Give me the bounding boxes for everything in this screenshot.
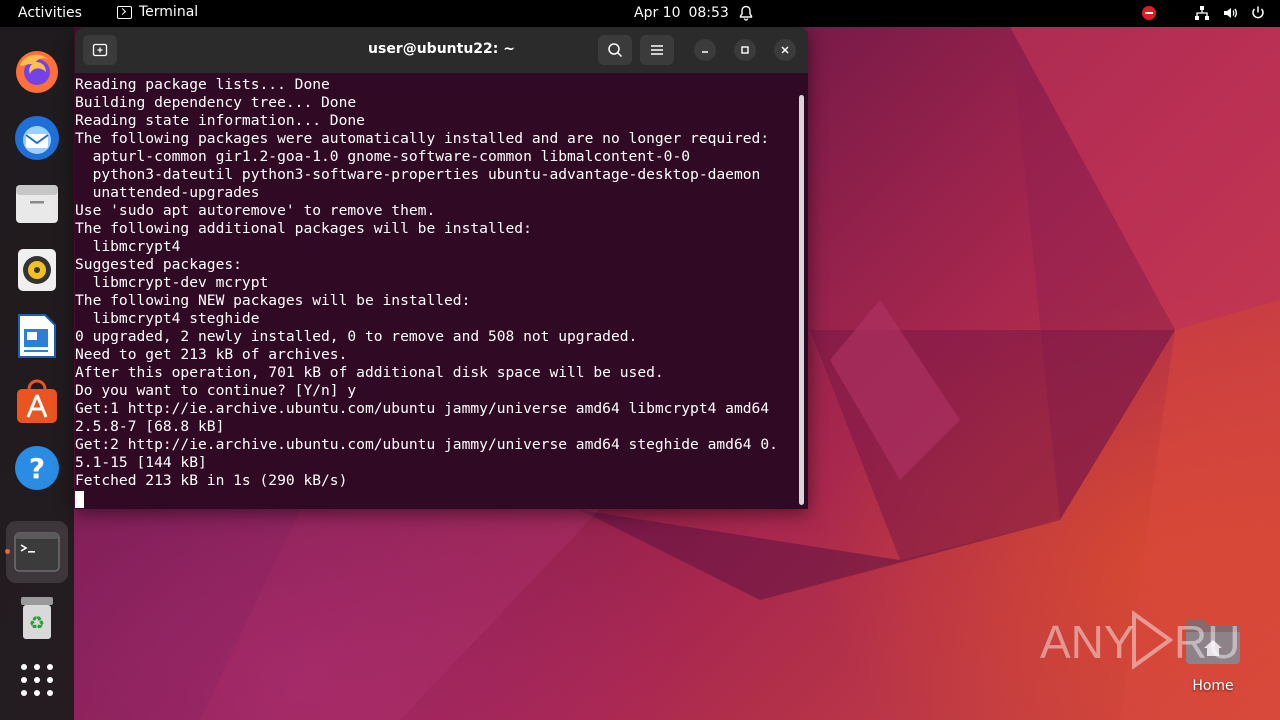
dock-thunderbird[interactable] xyxy=(12,113,62,163)
hamburger-menu-icon xyxy=(651,45,663,55)
maximize-icon xyxy=(741,46,749,54)
system-tray[interactable] xyxy=(1142,5,1266,21)
terminal-line: The following additional packages will b… xyxy=(75,220,532,237)
menu-button[interactable] xyxy=(640,35,674,65)
terminal-line: Building dependency tree... Done xyxy=(75,94,357,111)
terminal-line: 5.1-15 [144 kB] xyxy=(75,454,207,471)
svg-text:ANY: ANY xyxy=(1040,616,1135,668)
firefox-icon xyxy=(16,51,58,93)
dock-writer[interactable] xyxy=(12,311,62,361)
dock-terminal[interactable] xyxy=(6,521,68,583)
dock-files[interactable] xyxy=(12,179,62,229)
maximize-button[interactable] xyxy=(734,39,756,61)
terminal-line: Reading state information... Done xyxy=(75,112,365,129)
help-icon: ? xyxy=(15,446,59,490)
clock-time: 08:53 xyxy=(688,5,729,21)
do-not-disturb-icon[interactable] xyxy=(1142,6,1156,20)
minimize-button[interactable] xyxy=(694,39,716,61)
top-bar: Activities Terminal Apr 10 08:53 xyxy=(0,0,1280,27)
network-icon[interactable] xyxy=(1194,5,1210,21)
terminal-line: apturl-common gir1.2-goa-1.0 gnome-softw… xyxy=(75,148,691,165)
dock-show-applications[interactable] xyxy=(12,655,62,705)
close-button[interactable] xyxy=(774,39,796,61)
terminal-line: The following packages were automaticall… xyxy=(75,130,770,147)
terminal-icon xyxy=(14,532,60,572)
rhythmbox-icon xyxy=(18,249,56,291)
terminal-line: Reading package lists... Done xyxy=(75,76,330,93)
search-icon xyxy=(608,43,623,58)
software-icon xyxy=(17,379,57,423)
terminal-line: Fetched 213 kB in 1s (290 kB/s) xyxy=(75,472,348,489)
svg-text:?: ? xyxy=(29,452,45,485)
search-button[interactable] xyxy=(598,35,632,65)
power-icon[interactable] xyxy=(1250,5,1266,21)
thunderbird-icon xyxy=(15,116,59,160)
terminal-line: libmcrypt4 xyxy=(75,238,181,255)
terminal-cursor xyxy=(75,491,84,508)
terminal-line: Get:1 http://ie.archive.ubuntu.com/ubunt… xyxy=(75,400,770,417)
window-titlebar[interactable]: user@ubuntu22: ~ xyxy=(75,27,808,73)
minimize-icon xyxy=(702,51,708,53)
svg-text:RUN: RUN xyxy=(1174,616,1240,668)
dock: ? ♻ xyxy=(0,27,74,720)
dock-rhythmbox[interactable] xyxy=(12,245,62,295)
clock[interactable]: Apr 10 08:53 xyxy=(634,5,729,21)
bell-icon[interactable] xyxy=(738,5,754,25)
terminal-line: The following NEW packages will be insta… xyxy=(75,292,471,309)
dock-trash[interactable]: ♻ xyxy=(12,593,62,643)
terminal-app-icon xyxy=(117,5,132,19)
terminal-line: Get:2 http://ie.archive.ubuntu.com/ubunt… xyxy=(75,436,778,453)
app-menu-label: Terminal xyxy=(139,4,199,20)
app-menu[interactable]: Terminal xyxy=(117,4,198,20)
terminal-line: 0 upgraded, 2 newly installed, 0 to remo… xyxy=(75,328,638,345)
activities-button[interactable]: Activities xyxy=(18,5,82,21)
home-folder-label[interactable]: Home xyxy=(1180,678,1246,694)
terminal-line: After this operation, 701 kB of addition… xyxy=(75,364,664,381)
terminal-line: Do you want to continue? [Y/n] y xyxy=(75,382,357,399)
terminal-line: unattended-upgrades xyxy=(75,184,260,201)
terminal-line: Use 'sudo apt autoremove' to remove them… xyxy=(75,202,436,219)
terminal-line: Suggested packages: xyxy=(75,256,242,273)
clock-date: Apr 10 xyxy=(634,5,681,21)
dock-help[interactable]: ? xyxy=(12,443,62,493)
terminal-line: libmcrypt-dev mcrypt xyxy=(75,274,269,291)
writer-icon xyxy=(18,314,56,358)
terminal-line: python3-dateutil python3-software-proper… xyxy=(75,166,761,183)
terminal-prompt-line xyxy=(75,490,800,508)
terminal-scrollbar[interactable] xyxy=(799,95,804,505)
dock-ubuntu-software[interactable] xyxy=(12,377,62,427)
dock-firefox[interactable] xyxy=(12,47,62,97)
app-grid-icon xyxy=(21,664,53,696)
volume-icon[interactable] xyxy=(1222,5,1238,21)
terminal-window[interactable]: user@ubuntu22: ~ Reading package lists..… xyxy=(75,27,808,509)
svg-text:♻: ♻ xyxy=(29,613,45,634)
anyrun-watermark: ANY RUN xyxy=(1040,610,1240,670)
files-icon xyxy=(16,185,58,223)
close-icon xyxy=(781,46,789,54)
terminal-output[interactable]: Reading package lists... Done Building de… xyxy=(75,76,800,508)
terminal-line: 2.5.8-7 [68.8 kB] xyxy=(75,418,225,435)
terminal-line: libmcrypt4 steghide xyxy=(75,310,260,327)
terminal-line: Need to get 213 kB of archives. xyxy=(75,346,348,363)
trash-icon: ♻ xyxy=(21,597,53,639)
